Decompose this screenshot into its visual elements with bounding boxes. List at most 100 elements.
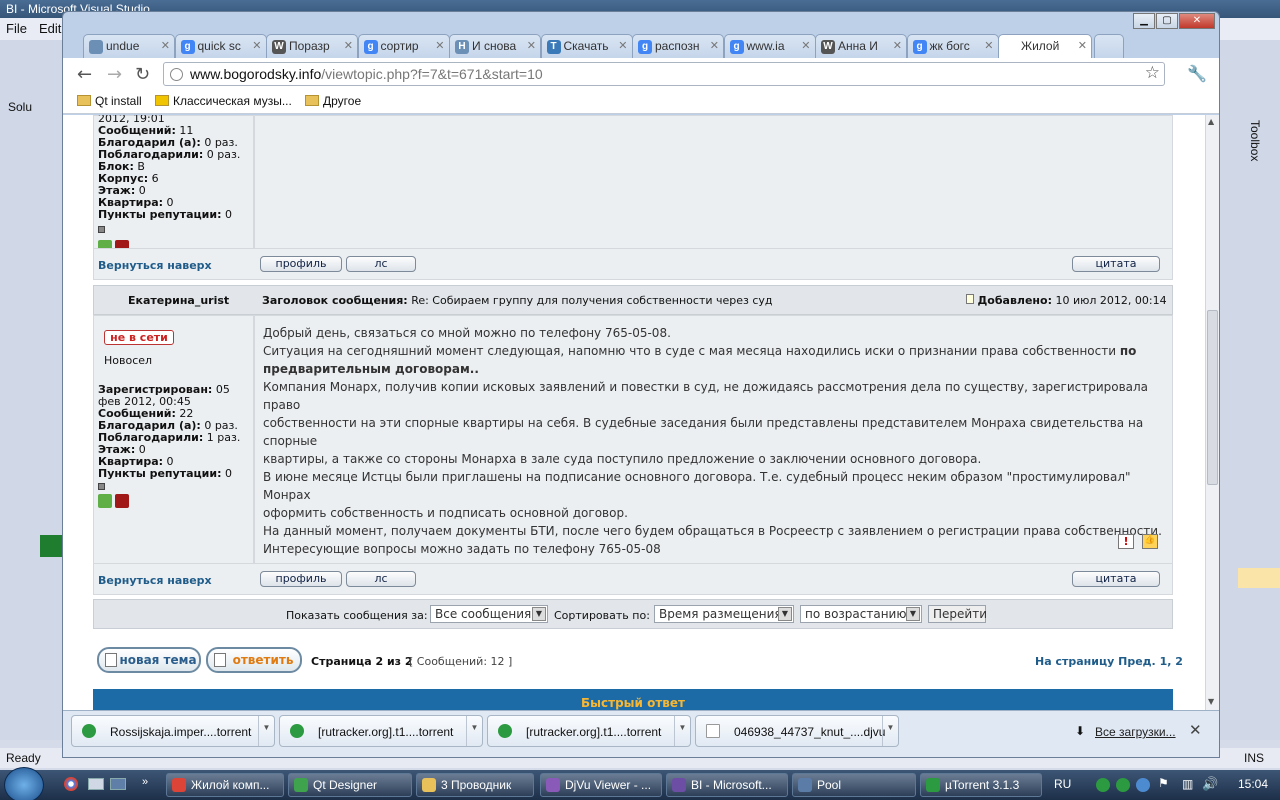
chevron-right-icon[interactable]: » bbox=[142, 776, 148, 788]
post-2-footer: Вернуться наверх профиль лс цитата bbox=[93, 563, 1173, 595]
go-button[interactable]: Перейти bbox=[928, 605, 987, 623]
taskbar-item[interactable]: Pool bbox=[792, 773, 916, 797]
download-item[interactable]: [rutracker.org].t1....torrent ▼ bbox=[487, 715, 691, 747]
download-item[interactable]: Rossijskaja.imper....torrent ▼ bbox=[71, 715, 275, 747]
taskbar-label: Qt Designer bbox=[313, 778, 378, 792]
profile-button[interactable]: профиль bbox=[260, 256, 342, 272]
chevron-down-icon[interactable]: ▼ bbox=[258, 716, 274, 746]
bookmark-other[interactable]: Другое bbox=[305, 94, 361, 108]
utorrent-tray-icon[interactable] bbox=[1096, 778, 1110, 792]
quote-button[interactable]: цитата bbox=[1072, 256, 1160, 272]
profile-label: профиль bbox=[275, 257, 327, 270]
volume-icon[interactable]: 🔊 bbox=[1202, 776, 1218, 792]
forward-icon[interactable]: → bbox=[107, 64, 122, 85]
message-line: Интересующие вопросы можно задать по тел… bbox=[263, 542, 661, 556]
taskbar-item[interactable]: 3 Проводник bbox=[416, 773, 534, 797]
report-icon[interactable]: ! bbox=[1118, 534, 1134, 549]
close-tab-icon[interactable]: ✕ bbox=[893, 39, 902, 52]
close-tab-icon[interactable]: ✕ bbox=[984, 39, 993, 52]
download-item[interactable]: 046938_44737_knut_....djvu ▼ bbox=[695, 715, 899, 747]
close-tab-icon[interactable]: ✕ bbox=[1078, 39, 1087, 52]
toolbox-tab[interactable]: Toolbox bbox=[1248, 120, 1262, 161]
new-tab-button[interactable] bbox=[1093, 34, 1124, 58]
pm-button[interactable]: лс bbox=[346, 256, 416, 272]
reload-icon[interactable]: ↻ bbox=[135, 64, 150, 85]
back-to-top-link[interactable]: Вернуться наверх bbox=[98, 574, 212, 587]
scroll-up-icon[interactable]: ▲ bbox=[1208, 117, 1214, 126]
scroll-down-icon[interactable]: ▼ bbox=[1208, 697, 1214, 706]
close-tab-icon[interactable]: ✕ bbox=[618, 39, 627, 52]
chevron-down-icon[interactable]: ▼ bbox=[466, 716, 482, 746]
scroll-thumb[interactable] bbox=[1207, 310, 1218, 485]
sort-by-select[interactable]: Время размещения ▼ bbox=[654, 605, 794, 623]
post-2-stats: Зарегистрирован: 05 фев 2012, 00:45 Сооб… bbox=[98, 384, 250, 511]
new-topic-button[interactable]: новая тема bbox=[97, 647, 201, 673]
tab-1[interactable]: g quick sc ✕ bbox=[174, 34, 267, 58]
profile-button[interactable]: профиль bbox=[260, 571, 342, 587]
maximize-button[interactable]: ▢ bbox=[1156, 13, 1178, 29]
start-button[interactable] bbox=[4, 767, 44, 800]
taskbar-item[interactable]: BI - Microsoft... bbox=[666, 773, 788, 797]
tab-2[interactable]: W Поразр ✕ bbox=[266, 34, 358, 58]
thumb-up-icon[interactable] bbox=[98, 494, 112, 508]
thanks-icon[interactable]: 👍 bbox=[1142, 534, 1158, 549]
flag-icon[interactable]: ⚑ bbox=[1158, 776, 1169, 790]
clock[interactable]: 15:04 bbox=[1238, 777, 1268, 791]
reply-button[interactable]: ответить bbox=[206, 647, 302, 673]
window-icon[interactable] bbox=[88, 778, 104, 790]
post-author[interactable]: Екатерина_urist bbox=[128, 294, 229, 307]
sort-order-select[interactable]: по возрастанию ▼ bbox=[800, 605, 922, 623]
close-tab-icon[interactable]: ✕ bbox=[435, 39, 444, 52]
taskbar-item[interactable]: Жилой комп... bbox=[166, 773, 284, 797]
tab-7[interactable]: g www.ia ✕ bbox=[723, 34, 816, 58]
download-item[interactable]: [rutracker.org].t1....torrent ▼ bbox=[279, 715, 483, 747]
close-tab-icon[interactable]: ✕ bbox=[801, 39, 810, 52]
page-scrollbar[interactable]: ▲ ▼ bbox=[1205, 115, 1219, 710]
page-info-icon[interactable] bbox=[170, 68, 183, 81]
solution-explorer-label[interactable]: Solu bbox=[8, 100, 32, 114]
tab-4[interactable]: HИ снова ✕ bbox=[449, 34, 541, 58]
all-downloads-link[interactable]: Все загрузки... bbox=[1095, 725, 1176, 739]
chevron-down-icon[interactable]: ▼ bbox=[674, 716, 690, 746]
chrome-icon[interactable] bbox=[64, 777, 78, 791]
tab-3[interactable]: g сортир ✕ bbox=[357, 34, 450, 58]
network-icon[interactable]: ▥ bbox=[1182, 777, 1193, 791]
taskbar-item[interactable]: µTorrent 3.1.3 bbox=[920, 773, 1042, 797]
quote-button[interactable]: цитата bbox=[1072, 571, 1160, 587]
close-tab-icon[interactable]: ✕ bbox=[710, 39, 719, 52]
wrench-icon[interactable]: 🔧 bbox=[1187, 64, 1207, 83]
pm-button[interactable]: лс bbox=[346, 571, 416, 587]
tab-0[interactable]: undue ✕ bbox=[83, 34, 175, 58]
minimize-button[interactable]: ▁ bbox=[1133, 13, 1155, 29]
close-tab-icon[interactable]: ✕ bbox=[252, 39, 261, 52]
show-posts-select[interactable]: Все сообщения ▼ bbox=[430, 605, 548, 623]
vs-menu-file[interactable]: File bbox=[0, 18, 33, 39]
language-indicator[interactable]: RU bbox=[1054, 777, 1071, 791]
back-to-top-link[interactable]: Вернуться наверх bbox=[98, 259, 212, 272]
utorrent-tray-icon[interactable] bbox=[1116, 778, 1130, 792]
taskbar-item[interactable]: Qt Designer bbox=[288, 773, 412, 797]
url-host: www.bogorodsky.info bbox=[190, 66, 322, 82]
thumb-down-icon[interactable] bbox=[115, 494, 129, 508]
tray-icon[interactable] bbox=[1136, 778, 1150, 792]
bookmark-classical-music[interactable]: Классическая музы... bbox=[155, 94, 292, 108]
back-icon[interactable]: ← bbox=[77, 64, 92, 85]
taskbar-item[interactable]: DjVu Viewer - ... bbox=[540, 773, 662, 797]
tab-9[interactable]: g жк богс ✕ bbox=[906, 34, 999, 58]
close-icon[interactable]: ✕ bbox=[1189, 721, 1202, 739]
star-icon[interactable]: ☆ bbox=[1145, 63, 1160, 83]
tab-10[interactable]: Жилой ✕ bbox=[998, 34, 1092, 59]
close-tab-icon[interactable]: ✕ bbox=[161, 39, 170, 52]
desktop-icon[interactable] bbox=[110, 778, 126, 790]
address-bar[interactable]: www.bogorodsky.info/viewtopic.php?f=7&t=… bbox=[163, 62, 1165, 86]
tab-6[interactable]: g распозн ✕ bbox=[632, 34, 724, 58]
bookmark-qt-install[interactable]: Qt install bbox=[77, 94, 142, 108]
tab-8[interactable]: W Анна И ✕ bbox=[815, 34, 907, 58]
close-tab-icon[interactable]: ✕ bbox=[527, 39, 536, 52]
close-tab-icon[interactable]: ✕ bbox=[344, 39, 353, 52]
pagination-pages[interactable]: 1, 2 bbox=[1160, 655, 1183, 668]
close-button[interactable]: ✕ bbox=[1179, 13, 1215, 29]
pagination-label[interactable]: На страницу Пред. bbox=[1035, 655, 1156, 668]
tab-5[interactable]: T Скачать ✕ bbox=[540, 34, 633, 58]
chevron-down-icon[interactable]: ▼ bbox=[882, 716, 898, 746]
